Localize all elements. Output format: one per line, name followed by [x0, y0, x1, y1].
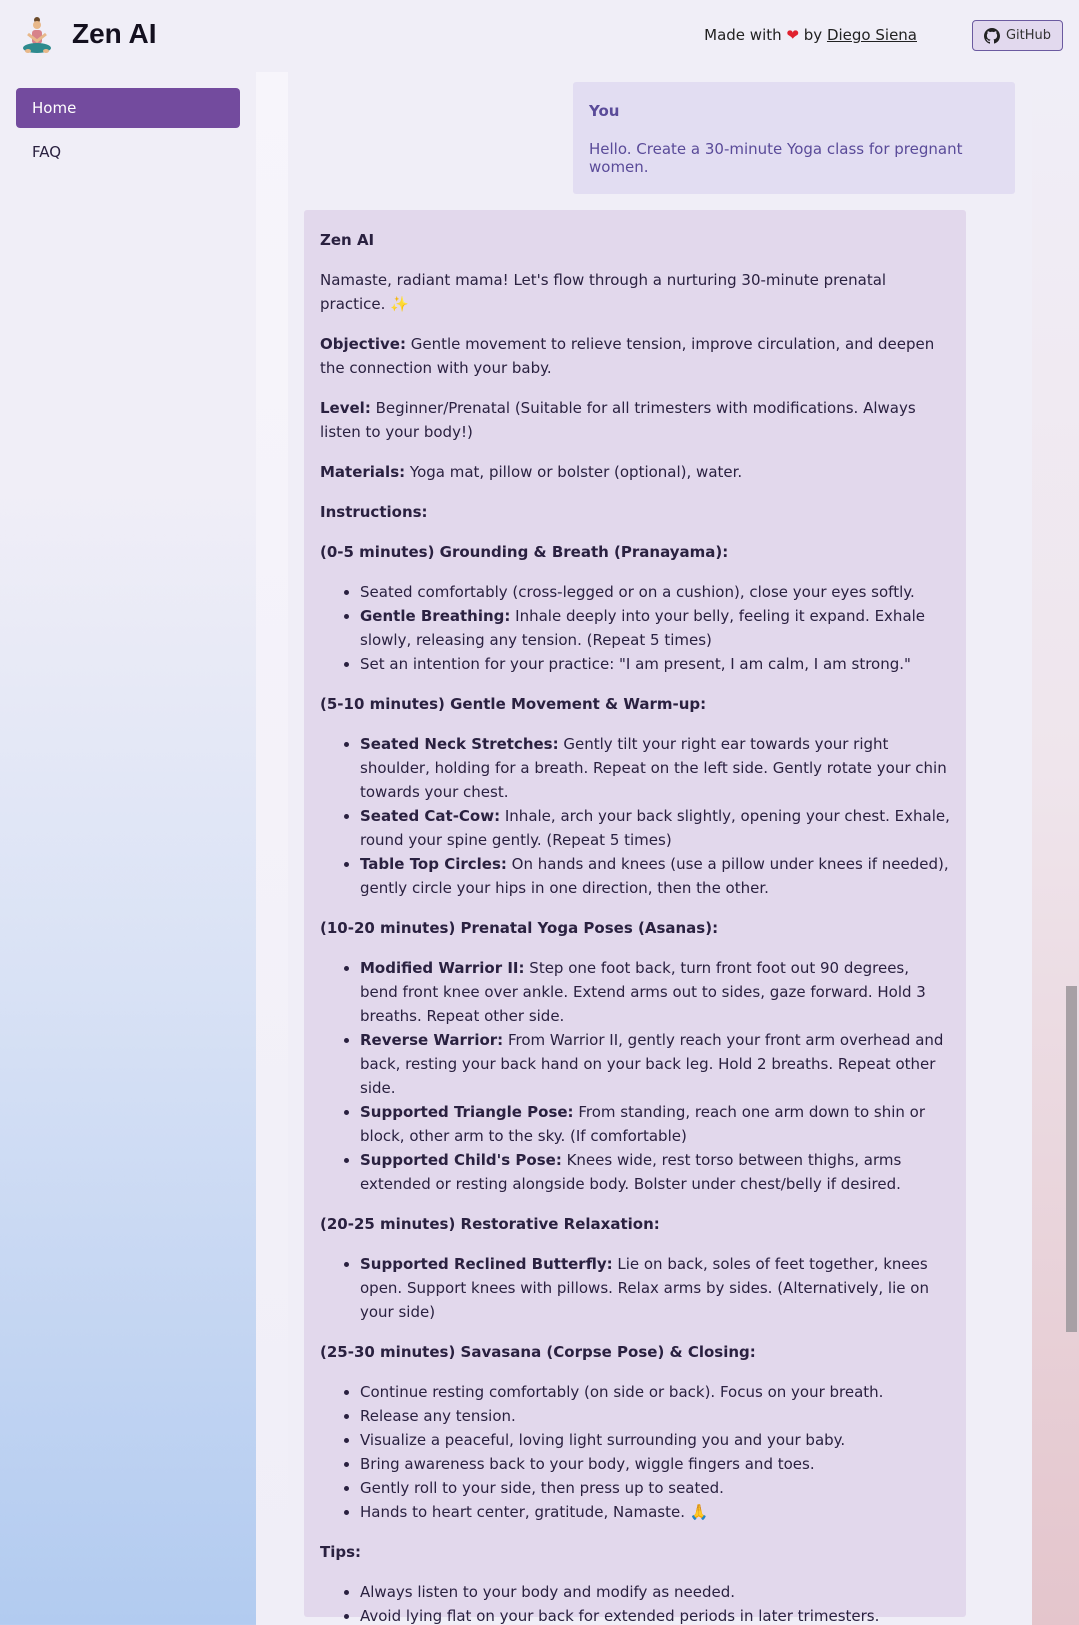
level-text: Beginner/Prenatal (Suitable for all trim…: [320, 399, 916, 441]
section-list: Continue resting comfortably (on side or…: [344, 1380, 950, 1524]
list-item: Seated comfortably (cross-legged or on a…: [360, 580, 950, 604]
list-item: Gentle Breathing: Inhale deeply into you…: [360, 604, 950, 652]
section-heading: (5-10 minutes) Gentle Movement & Warm-up…: [320, 695, 707, 713]
sidebar-item-home[interactable]: Home: [16, 88, 240, 128]
item-label: Reverse Warrior:: [360, 1031, 504, 1049]
sidebar: Home FAQ: [0, 72, 256, 1625]
level: Level: Beginner/Prenatal (Suitable for a…: [320, 396, 950, 444]
list-item: Release any tension.: [360, 1404, 950, 1428]
user-message-text: Hello. Create a 30-minute Yoga class for…: [589, 140, 963, 176]
section-heading: (0-5 minutes) Grounding & Breath (Pranay…: [320, 543, 729, 561]
list-item: Table Top Circles: On hands and knees (u…: [360, 852, 950, 900]
list-item: Visualize a peaceful, loving light surro…: [360, 1428, 950, 1452]
section-heading: (20-25 minutes) Restorative Relaxation:: [320, 1215, 660, 1233]
section-list: Always listen to your body and modify as…: [344, 1580, 950, 1625]
user-name: You: [589, 102, 620, 120]
item-label: Seated Cat-Cow:: [360, 807, 501, 825]
item-text: Avoid lying flat on your back for extend…: [360, 1607, 880, 1625]
objective-label: Objective:: [320, 335, 406, 353]
section-heading: Tips:: [320, 1543, 362, 1561]
item-text: Set an intention for your practice: "I a…: [360, 655, 911, 673]
github-button[interactable]: GitHub: [972, 20, 1063, 51]
app-header: Zen AI Made with ❤ by Diego Siena GitHub: [0, 0, 1079, 72]
scrollbar-thumb[interactable]: [1066, 986, 1077, 1332]
item-text: Seated comfortably (cross-legged or on a…: [360, 583, 915, 601]
list-item: Reverse Warrior: From Warrior II, gently…: [360, 1028, 950, 1100]
app-title: Zen AI: [72, 18, 157, 49]
materials: Materials: Yoga mat, pillow or bolster (…: [320, 460, 950, 484]
user-message: You Hello. Create a 30-minute Yoga class…: [573, 82, 1015, 194]
section-list: Seated Neck Stretches: Gently tilt your …: [344, 732, 950, 900]
item-label: Supported Reclined Butterfly:: [360, 1255, 613, 1273]
section-heading: (10-20 minutes) Prenatal Yoga Poses (Asa…: [320, 919, 719, 937]
sidebar-item-faq[interactable]: FAQ: [16, 132, 240, 172]
list-item: Supported Triangle Pose: From standing, …: [360, 1100, 950, 1148]
item-label: Gentle Breathing:: [360, 607, 511, 625]
by-text: by: [803, 26, 823, 44]
materials-label: Materials:: [320, 463, 406, 481]
objective: Objective: Gentle movement to relieve te…: [320, 332, 950, 380]
meditating-person-logo-icon: [23, 17, 51, 53]
made-with-text: Made with: [704, 26, 782, 44]
section-list: Seated comfortably (cross-legged or on a…: [344, 580, 950, 676]
item-label: Supported Triangle Pose:: [360, 1103, 574, 1121]
list-item: Modified Warrior II: Step one foot back,…: [360, 956, 950, 1028]
background-gradient: [1032, 72, 1079, 1625]
materials-text: Yoga mat, pillow or bolster (optional), …: [405, 463, 743, 481]
list-item: Set an intention for your practice: "I a…: [360, 652, 950, 676]
list-item: Bring awareness back to your body, wiggl…: [360, 1452, 950, 1476]
item-text: Hands to heart center, gratitude, Namast…: [360, 1503, 709, 1521]
item-label: Supported Child's Pose:: [360, 1151, 562, 1169]
github-label: GitHub: [1005, 28, 1052, 43]
list-item: Always listen to your body and modify as…: [360, 1580, 950, 1604]
heart-icon: ❤: [786, 26, 799, 44]
list-item: Supported Child's Pose: Knees wide, rest…: [360, 1148, 950, 1196]
ai-name: Zen AI: [320, 231, 375, 249]
github-icon: [983, 27, 1000, 44]
item-text: Bring awareness back to your body, wiggl…: [360, 1455, 815, 1473]
list-item: Gently roll to your side, then press up …: [360, 1476, 950, 1500]
objective-text: Gentle movement to relieve tension, impr…: [320, 335, 935, 377]
item-text: Always listen to your body and modify as…: [360, 1583, 735, 1601]
instructions-heading: Instructions:: [320, 503, 428, 521]
item-text: Release any tension.: [360, 1407, 516, 1425]
item-label: Table Top Circles:: [360, 855, 507, 873]
list-item: Avoid lying flat on your back for extend…: [360, 1604, 950, 1625]
item-text: Continue resting comfortably (on side or…: [360, 1383, 884, 1401]
list-item: Hands to heart center, gratitude, Namast…: [360, 1500, 950, 1524]
author-link[interactable]: Diego Siena: [827, 26, 917, 44]
list-item: Continue resting comfortably (on side or…: [360, 1380, 950, 1404]
list-item: Seated Neck Stretches: Gently tilt your …: [360, 732, 950, 804]
section-list: Modified Warrior II: Step one foot back,…: [344, 956, 950, 1196]
item-text: Gently roll to your side, then press up …: [360, 1479, 724, 1497]
section-heading: (25-30 minutes) Savasana (Corpse Pose) &…: [320, 1343, 756, 1361]
level-label: Level:: [320, 399, 371, 417]
item-label: Modified Warrior II:: [360, 959, 525, 977]
list-item: Supported Reclined Butterfly: Lie on bac…: [360, 1252, 950, 1324]
item-text: Visualize a peaceful, loving light surro…: [360, 1431, 846, 1449]
ai-intro: Namaste, radiant mama! Let's flow throug…: [320, 271, 887, 313]
ai-message: Zen AI Namaste, radiant mama! Let's flow…: [304, 210, 966, 1625]
section-list: Supported Reclined Butterfly: Lie on bac…: [344, 1252, 950, 1324]
list-item: Seated Cat-Cow: Inhale, arch your back s…: [360, 804, 950, 852]
credits: Made with ❤ by Diego Siena: [704, 26, 917, 44]
item-label: Seated Neck Stretches:: [360, 735, 559, 753]
